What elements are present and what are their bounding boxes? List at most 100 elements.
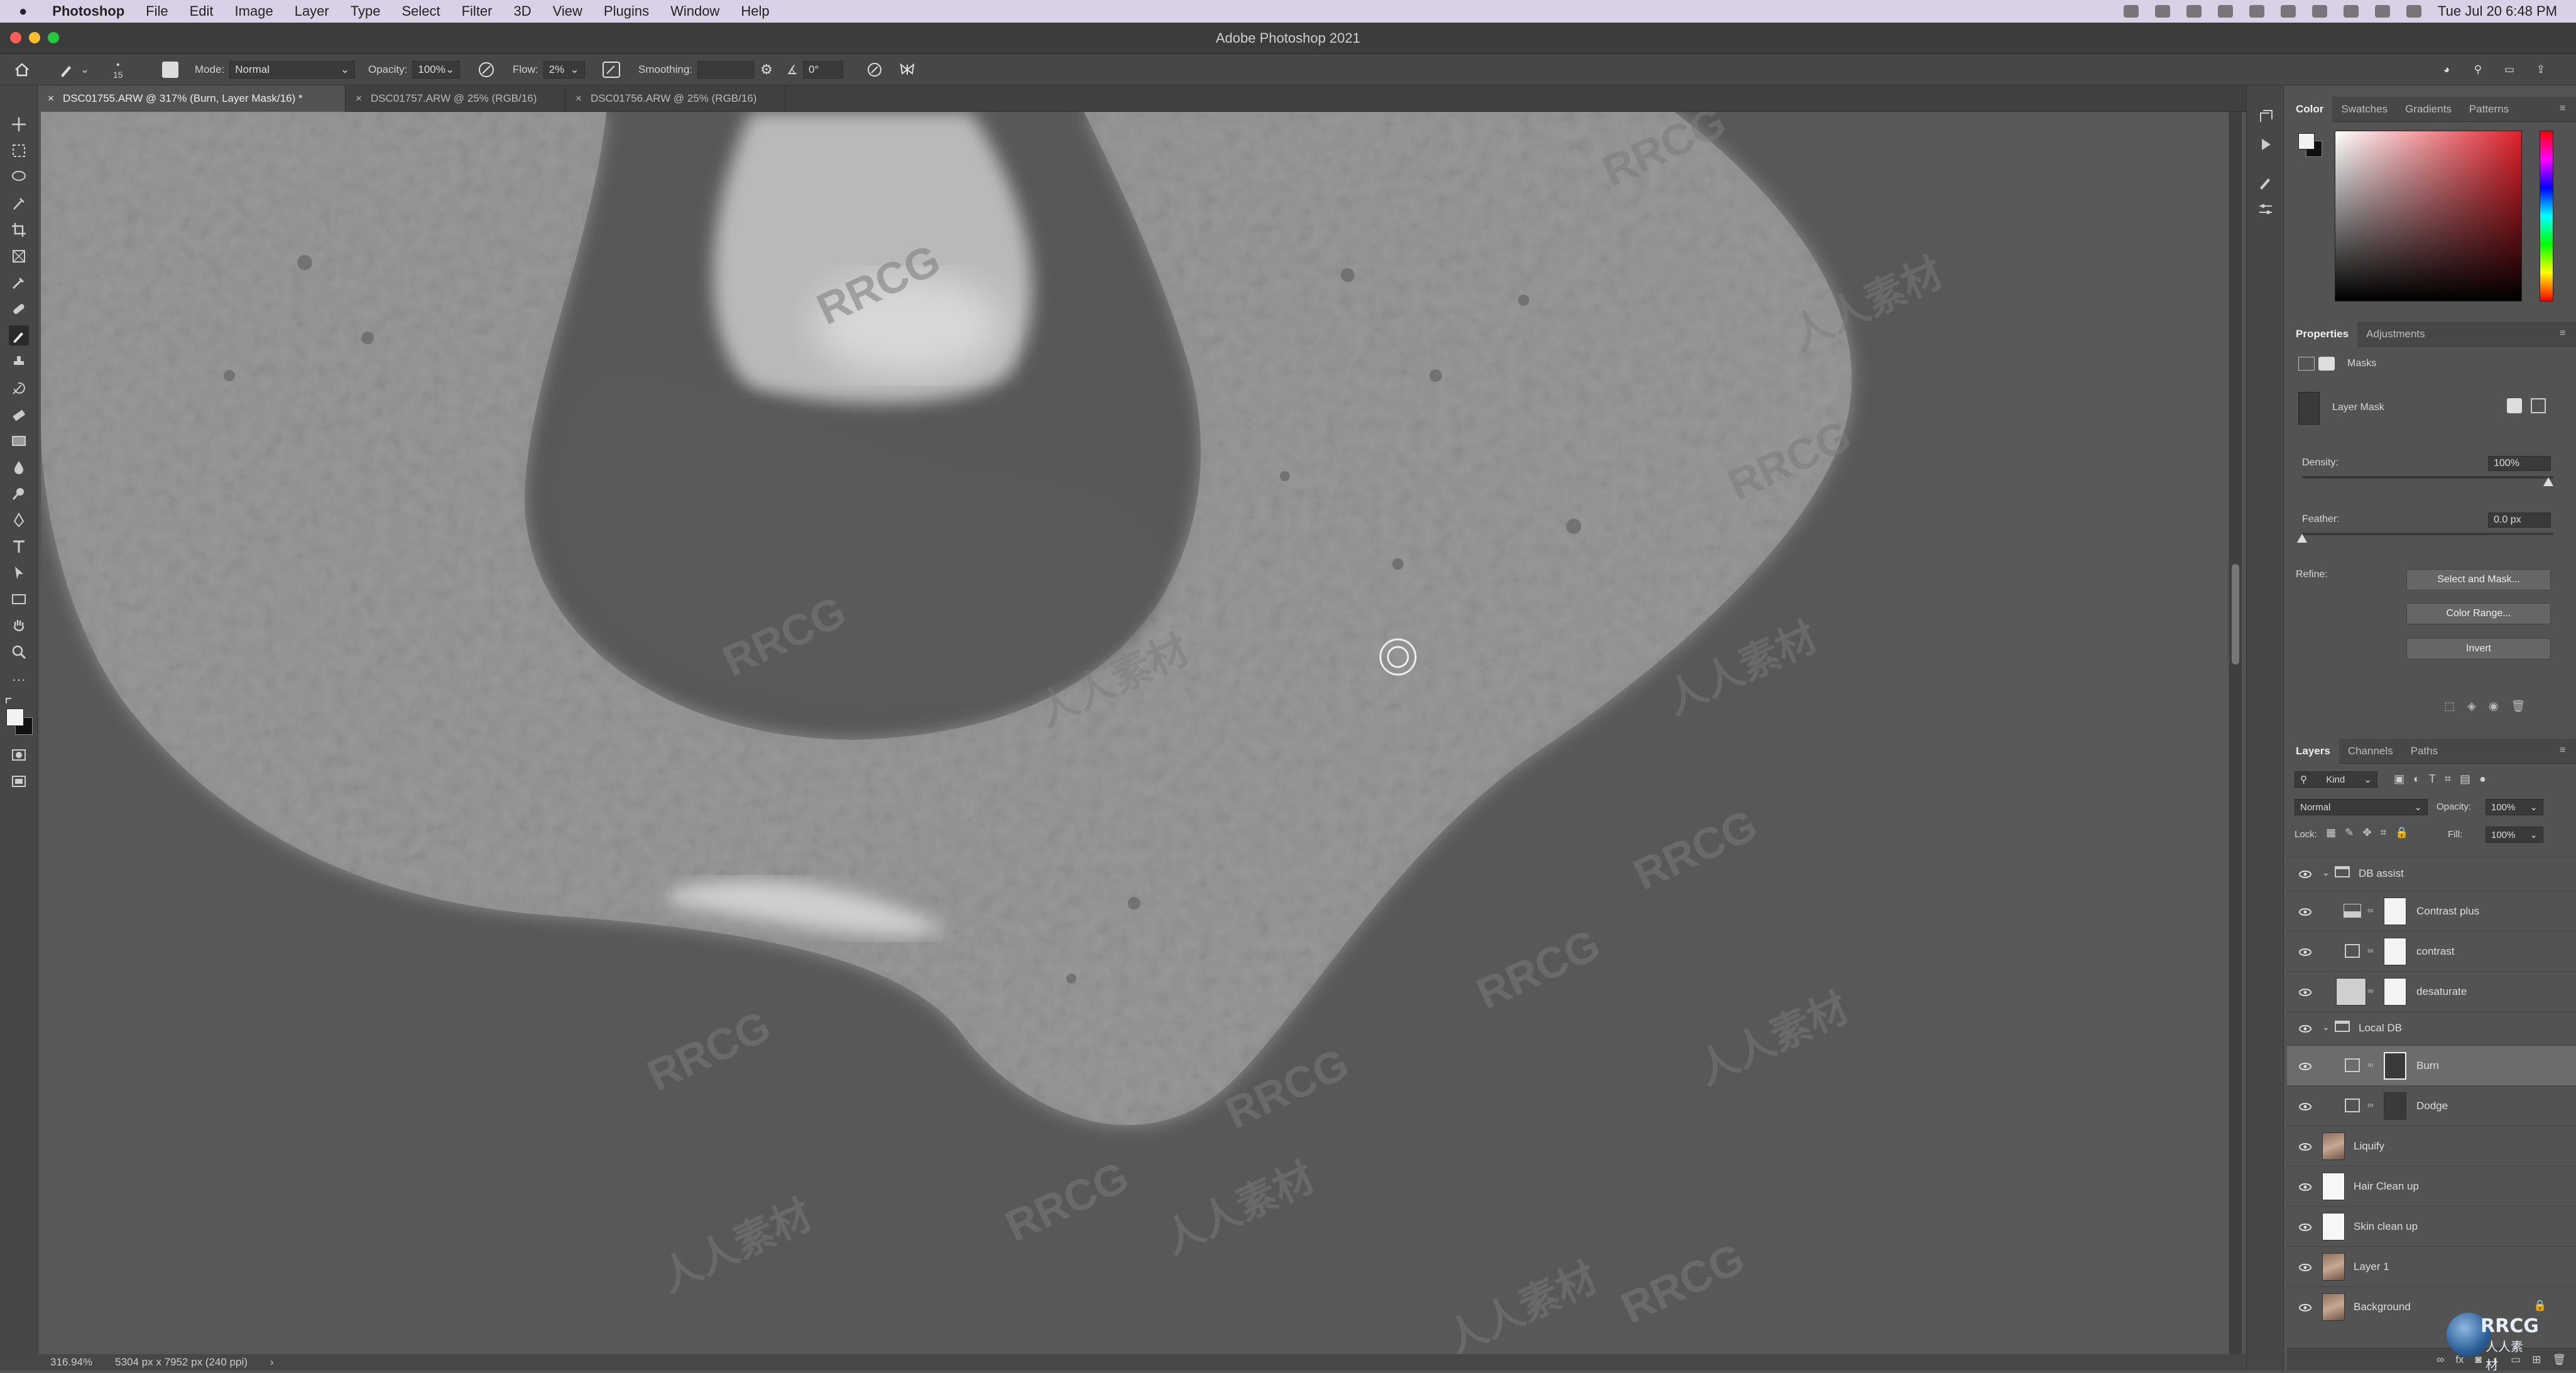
- type-tool-icon[interactable]: [9, 536, 29, 556]
- history-panel-icon[interactable]: [2257, 108, 2274, 126]
- bluetooth-icon[interactable]: [2281, 5, 2296, 18]
- rectangle-tool-icon[interactable]: [9, 589, 29, 609]
- density-slider-thumb[interactable]: [2543, 477, 2553, 486]
- share-icon[interactable]: ⇪: [2532, 61, 2550, 79]
- brush-tool-icon[interactable]: [9, 325, 29, 345]
- color-foreground-swatch[interactable]: [2298, 133, 2315, 149]
- layer-filter-select[interactable]: ⚲ Kind ⌄: [2295, 771, 2377, 788]
- feather-slider-thumb[interactable]: [2297, 534, 2307, 543]
- mode-select[interactable]: Normal ⌄: [229, 61, 356, 79]
- layer-thumbnail[interactable]: [2322, 1293, 2345, 1321]
- density-input[interactable]: 100%: [2488, 456, 2551, 471]
- invert-button[interactable]: Invert: [2406, 638, 2551, 659]
- lock-all-icon[interactable]: 🔒: [2395, 827, 2408, 839]
- eye-icon[interactable]: [2298, 1180, 2312, 1194]
- airbrush-button[interactable]: [602, 54, 621, 85]
- hue-slider[interactable]: [2540, 131, 2553, 301]
- close-tab-icon[interactable]: ×: [356, 92, 362, 105]
- minimize-window-button[interactable]: [29, 32, 40, 43]
- lock-pixels-icon[interactable]: ✎: [2345, 827, 2354, 839]
- layer-row[interactable]: Layer 1: [2287, 1246, 2576, 1286]
- history-brush-tool-icon[interactable]: [9, 378, 29, 398]
- wifi-icon[interactable]: [2312, 5, 2328, 18]
- layer-row[interactable]: ∞ Contrast plus: [2287, 891, 2576, 931]
- mask-thumbnail[interactable]: [2384, 978, 2406, 1006]
- brush-size-picker[interactable]: • 15: [113, 54, 123, 85]
- blur-tool-icon[interactable]: [9, 457, 29, 477]
- filter-toggle-icon[interactable]: ●: [2479, 773, 2486, 786]
- select-pixel-mask-icon[interactable]: [2507, 398, 2522, 413]
- layer-row[interactable]: Skin clean up: [2287, 1206, 2576, 1246]
- color-picker-field[interactable]: [2335, 131, 2522, 301]
- tab-layers[interactable]: Layers: [2287, 738, 2339, 764]
- tab-paths[interactable]: Paths: [2402, 739, 2447, 764]
- lasso-tool-icon[interactable]: [9, 167, 29, 187]
- screen-share-icon[interactable]: [2186, 5, 2202, 18]
- type-filter-icon[interactable]: T: [2429, 773, 2436, 786]
- layer-thumbnail[interactable]: [2322, 1253, 2345, 1281]
- close-tab-icon[interactable]: ×: [48, 92, 54, 105]
- layer-opacity-input[interactable]: 100% ⌄: [2486, 799, 2543, 815]
- lock-position-icon[interactable]: ✥: [2362, 827, 2371, 839]
- eye-icon[interactable]: [2298, 1220, 2312, 1234]
- video-icon[interactable]: [2218, 5, 2234, 18]
- shape-filter-icon[interactable]: ⌗: [2445, 773, 2451, 786]
- move-tool-icon[interactable]: [9, 114, 29, 134]
- creative-cloud-icon[interactable]: [2155, 5, 2171, 18]
- layer-thumbnail[interactable]: [2322, 1132, 2345, 1160]
- menu-window[interactable]: Window: [670, 3, 719, 19]
- tab-color[interactable]: Color: [2287, 96, 2333, 122]
- panel-menu-icon[interactable]: ≡: [2560, 103, 2570, 114]
- tab-adjustments[interactable]: Adjustments: [2357, 322, 2434, 347]
- panel-menu-icon[interactable]: ≡: [2560, 745, 2570, 756]
- density-slider-track[interactable]: [2302, 476, 2553, 479]
- layer-row[interactable]: Hair Clean up: [2287, 1166, 2576, 1206]
- chevron-right-icon[interactable]: ›: [270, 1356, 274, 1369]
- gradient-tool-icon[interactable]: [9, 431, 29, 451]
- quick-mask-icon[interactable]: [9, 745, 29, 765]
- crop-tool-icon[interactable]: [9, 220, 29, 240]
- brush-settings-toggle[interactable]: [162, 54, 178, 85]
- lock-transparency-icon[interactable]: ▦: [2326, 827, 2336, 839]
- feather-slider-track[interactable]: [2302, 533, 2553, 535]
- menu-layer[interactable]: Layer: [295, 3, 329, 19]
- trash-icon[interactable]: 🗑: [2511, 700, 2526, 713]
- add-vector-mask-icon[interactable]: [2531, 398, 2546, 413]
- menu-clock[interactable]: Tue Jul 20 6:48 PM: [2438, 3, 2557, 19]
- hand-tool-icon[interactable]: [9, 616, 29, 636]
- menu-file[interactable]: File: [146, 3, 168, 19]
- menu-type[interactable]: Type: [351, 3, 381, 19]
- foreground-color-swatch[interactable]: [6, 708, 24, 726]
- menu-edit[interactable]: Edit: [190, 3, 214, 19]
- symmetry-button[interactable]: [898, 54, 916, 85]
- mask-thumbnail[interactable]: [2384, 1052, 2406, 1080]
- link-layers-icon[interactable]: ∞: [2437, 1354, 2444, 1366]
- path-selection-tool-icon[interactable]: [9, 563, 29, 583]
- chevron-down-icon[interactable]: ⌄: [2322, 1022, 2330, 1033]
- record-icon[interactable]: [2124, 5, 2139, 18]
- zoom-window-button[interactable]: [48, 32, 59, 43]
- menu-3d[interactable]: 3D: [514, 3, 532, 19]
- more-tools-icon[interactable]: ···: [9, 670, 29, 690]
- close-window-button[interactable]: [10, 32, 21, 43]
- dodge-tool-icon[interactable]: [9, 484, 29, 504]
- user-icon[interactable]: ◕: [2438, 61, 2455, 79]
- smart-object-filter-icon[interactable]: ▤: [2460, 773, 2470, 786]
- pressure-size-button[interactable]: [866, 54, 883, 85]
- workspace-icon[interactable]: ▭: [2501, 61, 2518, 79]
- layer-thumbnail[interactable]: [2322, 1173, 2345, 1200]
- app-menu[interactable]: Photoshop: [52, 3, 124, 19]
- chevron-down-icon[interactable]: ⌄: [2322, 867, 2330, 878]
- pressure-opacity-button[interactable]: [478, 54, 495, 85]
- eyedropper-tool-icon[interactable]: [9, 273, 29, 293]
- search-icon[interactable]: ⚲: [2469, 61, 2487, 79]
- apply-mask-icon[interactable]: ◈: [2467, 700, 2476, 713]
- frame-tool-icon[interactable]: [9, 246, 29, 266]
- mask-thumbnail[interactable]: [2384, 1092, 2406, 1120]
- eye-icon[interactable]: [2298, 1060, 2312, 1073]
- healing-brush-tool-icon[interactable]: [9, 299, 29, 319]
- mask-thumbnail[interactable]: [2384, 898, 2406, 925]
- adjustments-sliders-icon[interactable]: [2257, 201, 2274, 219]
- layer-thumbnail[interactable]: [2336, 978, 2366, 1006]
- tool-preset-picker[interactable]: ⌄: [58, 54, 89, 85]
